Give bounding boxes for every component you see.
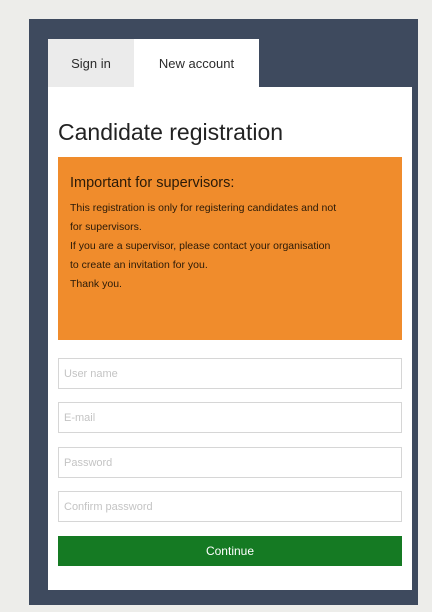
password-input[interactable] (58, 447, 402, 478)
notice-heading: Important for supervisors: (70, 175, 235, 191)
continue-button[interactable]: Continue (58, 536, 402, 566)
tab-bar: Sign in New account (48, 39, 259, 87)
notice-line: This registration is only for registerin… (70, 202, 337, 214)
notice-line: for supervisors. (70, 221, 142, 233)
username-input[interactable] (58, 358, 402, 389)
notice-line: If you are a supervisor, please contact … (70, 240, 331, 252)
notice-line: Thank you. (70, 278, 122, 290)
tab-sign-in[interactable]: Sign in (48, 39, 134, 87)
notice-line: to create an invitation for you. (70, 259, 208, 271)
page-title: Candidate registration (58, 119, 284, 145)
tab-new-account[interactable]: New account (134, 39, 259, 87)
supervisor-notice: Important for supervisors: This registra… (58, 157, 402, 340)
confirm-password-input[interactable] (58, 491, 402, 522)
registration-panel: Candidate registration Important for sup… (48, 87, 412, 590)
email-input[interactable] (58, 402, 402, 433)
